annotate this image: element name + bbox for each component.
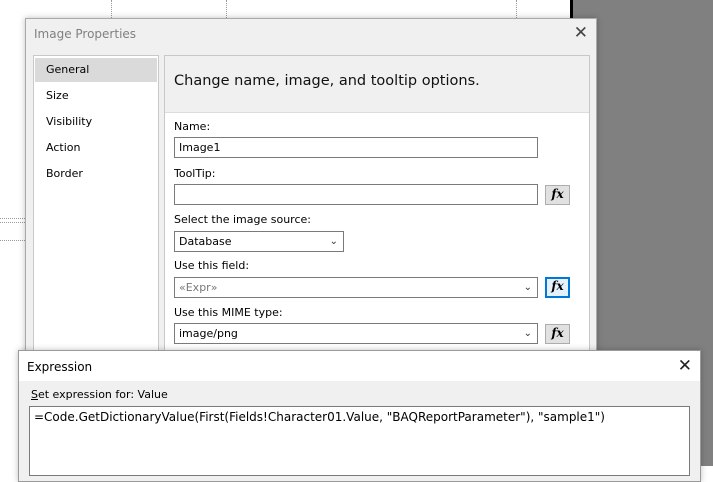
image-source-label: Select the image source: — [174, 213, 311, 226]
tooltip-expression-button[interactable]: fx — [545, 185, 570, 205]
general-page: Change name, image, and tooltip options.… — [164, 55, 590, 367]
image-properties-dialog: Image Properties ✕ General Size Visibili… — [25, 18, 597, 367]
dialog-title: Image Properties — [34, 27, 137, 41]
tooltip-label: ToolTip: — [174, 167, 216, 180]
designer-page-edge — [570, 0, 573, 20]
function-fx-icon: fx — [551, 279, 564, 293]
name-label: Name: — [174, 120, 211, 133]
expression-titlebar: Expression ✕ — [19, 351, 700, 381]
name-input[interactable]: Image1 — [174, 137, 538, 158]
function-fx-icon: fx — [551, 187, 564, 201]
page-header-text: Change name, image, and tooltip options. — [174, 73, 480, 89]
mime-type-select[interactable]: image/png ⌄ — [174, 323, 538, 344]
use-field-value: «Expr» — [179, 281, 218, 294]
tooltip-input[interactable] — [174, 184, 538, 205]
chevron-down-icon: ⌄ — [329, 236, 338, 247]
nav-item-action[interactable]: Action — [35, 136, 157, 160]
page-header: Change name, image, and tooltip options. — [165, 56, 589, 113]
expression-dialog: Expression ✕ Set expression for: Value =… — [18, 350, 701, 482]
mime-type-label: Use this MIME type: — [174, 306, 283, 319]
use-field-select[interactable]: «Expr» ⌄ — [174, 277, 538, 298]
dialog-title: Expression — [27, 360, 93, 374]
chevron-down-icon: ⌄ — [523, 328, 532, 339]
image-source-select[interactable]: Database ⌄ — [174, 231, 344, 252]
chevron-down-icon: ⌄ — [523, 282, 532, 293]
designer-gridline — [226, 0, 227, 18]
nav-item-size[interactable]: Size — [35, 84, 157, 108]
designer-gridline — [0, 240, 25, 241]
accelerator-key: S — [31, 388, 38, 401]
function-fx-icon: fx — [551, 326, 564, 340]
image-source-value: Database — [179, 235, 232, 248]
field-expression-button[interactable]: fx — [545, 277, 570, 298]
designer-gridline — [111, 0, 112, 18]
use-field-label: Use this field: — [174, 259, 250, 272]
set-expression-label-text: et expression for: Value — [37, 388, 168, 401]
mime-expression-button[interactable]: fx — [545, 324, 570, 344]
property-nav-list: General Size Visibility Action Border — [33, 55, 159, 367]
designer-gridline — [0, 222, 25, 223]
mime-type-value: image/png — [179, 327, 238, 340]
designer-gridline — [516, 0, 517, 18]
close-icon[interactable]: ✕ — [678, 356, 692, 376]
nav-item-visibility[interactable]: Visibility — [35, 110, 157, 134]
nav-item-general[interactable]: General — [35, 58, 157, 82]
nav-item-border[interactable]: Border — [35, 162, 157, 186]
set-expression-label: Set expression for: Value — [31, 388, 168, 401]
designer-gridline — [0, 218, 25, 219]
close-icon[interactable]: ✕ — [574, 23, 588, 43]
